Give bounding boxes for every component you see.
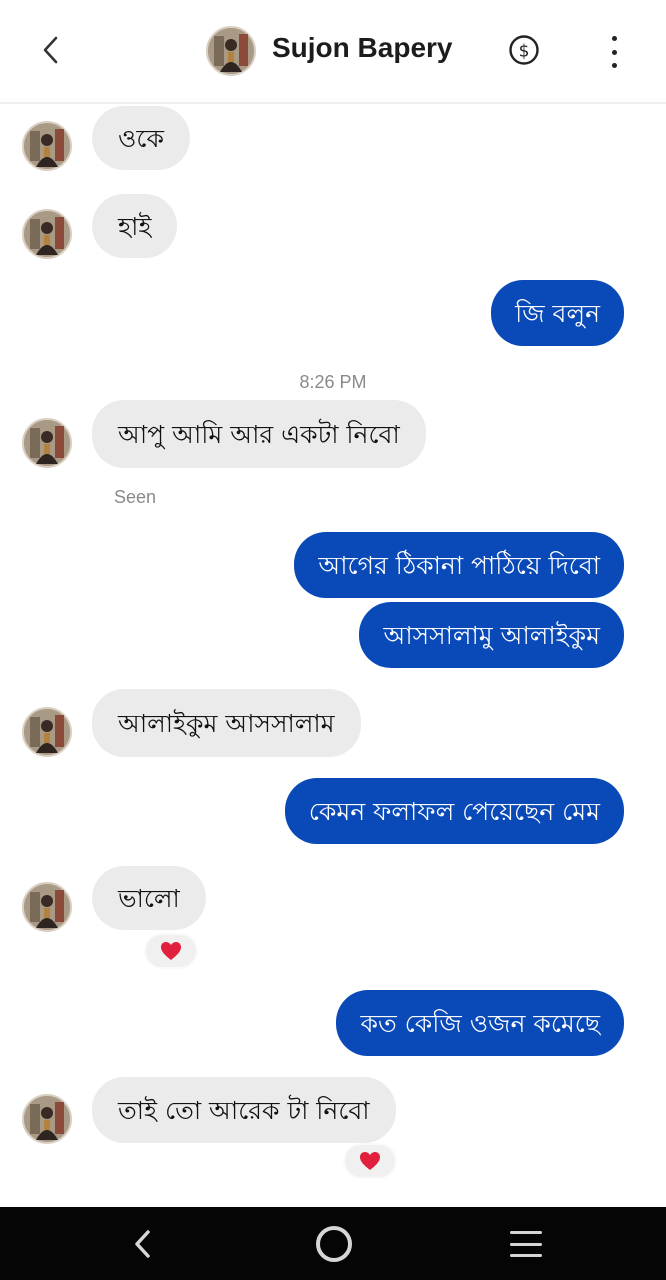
sender-avatar[interactable] — [22, 209, 72, 259]
sender-avatar[interactable] — [22, 1094, 72, 1144]
outgoing-message[interactable]: আসসালামু আলাইকুম — [359, 602, 624, 668]
timestamp: 8:26 PM — [299, 372, 367, 392]
dollar-circle-icon: $ — [509, 35, 539, 65]
heart-icon — [360, 1152, 380, 1170]
outgoing-message[interactable]: জি বলুন — [491, 280, 624, 346]
sender-avatar[interactable] — [22, 707, 72, 757]
chat-header: Sujon Bapery $ — [0, 0, 666, 104]
reaction-badge[interactable] — [144, 933, 198, 969]
nav-back-icon — [135, 1230, 150, 1258]
incoming-message[interactable]: তাই তো আরেক টা নিবো — [92, 1077, 396, 1143]
reaction-badge[interactable] — [343, 1143, 397, 1179]
incoming-message[interactable]: আপু আমি আর একটা নিবো — [92, 400, 426, 468]
svg-text:$: $ — [519, 42, 530, 62]
contact-avatar[interactable] — [206, 26, 256, 76]
sender-avatar[interactable] — [22, 418, 72, 468]
back-button[interactable] — [30, 28, 70, 72]
sender-avatar[interactable] — [22, 882, 72, 932]
system-navigation-bar — [0, 1207, 666, 1280]
chevron-left-icon — [43, 36, 58, 64]
incoming-message[interactable]: ওকে — [92, 106, 190, 170]
incoming-message[interactable]: আলাইকুম আসসালাম — [92, 689, 361, 757]
incoming-message[interactable]: হাই — [92, 194, 178, 258]
nav-recents-icon[interactable] — [510, 1231, 542, 1257]
outgoing-message[interactable]: আগের ঠিকানা পাঠিয়ে দিবো — [294, 532, 624, 598]
outgoing-message[interactable]: কেমন ফলাফল পেয়েছেন মেম — [284, 778, 624, 844]
more-vertical-icon — [611, 36, 617, 41]
incoming-message[interactable]: ভালো — [92, 866, 206, 930]
contact-name[interactable]: Sujon Bapery — [272, 32, 452, 64]
sender-avatar[interactable] — [22, 121, 72, 171]
outgoing-message[interactable]: কত কেজি ওজন কমেছে — [336, 990, 624, 1056]
payment-button[interactable]: $ — [508, 34, 540, 66]
seen-indicator: Seen — [114, 487, 157, 507]
nav-back-button[interactable] — [126, 1224, 160, 1264]
nav-home-icon[interactable] — [316, 1226, 352, 1262]
more-options-button[interactable] — [600, 32, 628, 72]
heart-icon — [161, 942, 181, 960]
